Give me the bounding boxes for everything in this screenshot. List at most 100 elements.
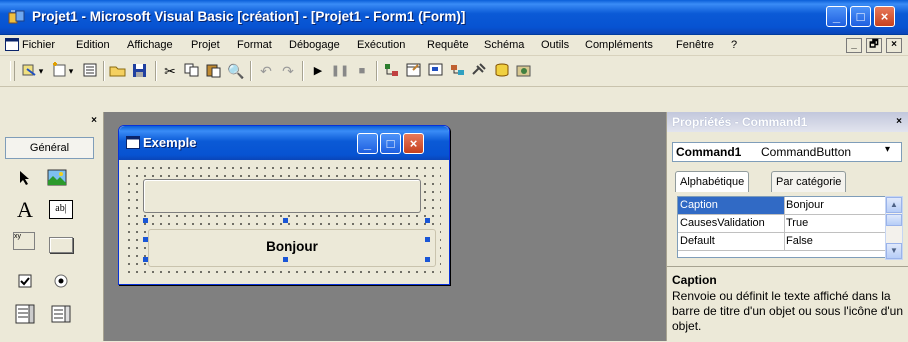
property-row-causesvalidation[interactable]: CausesValidation True xyxy=(678,215,886,233)
frame-control[interactable] xyxy=(143,179,421,213)
form-icon xyxy=(126,136,140,149)
save-project-icon[interactable] xyxy=(130,62,150,80)
menu-editor-icon[interactable] xyxy=(80,62,100,80)
undo-icon[interactable]: ↶ xyxy=(256,62,276,80)
chevron-down-icon[interactable]: ▾ xyxy=(885,144,890,155)
properties-title-bar[interactable]: Propriétés - Command1 × xyxy=(667,112,908,132)
standard-toolbar: ▾ ▾ ✂ 🔍 ↶ ↷ ▶ ❚❚ ■ xyxy=(0,56,908,87)
toolbox-tab-general[interactable]: Général xyxy=(5,137,94,159)
pause-icon[interactable]: ❚❚ xyxy=(330,62,350,80)
menu-affichage[interactable]: Affichage xyxy=(127,39,173,51)
resize-handle-t[interactable] xyxy=(283,218,288,223)
resize-handle-tr[interactable] xyxy=(425,218,430,223)
resize-handle-r[interactable] xyxy=(425,237,430,242)
menu-format[interactable]: Format xyxy=(237,39,272,51)
textbox-tool[interactable]: ab| xyxy=(49,200,73,224)
resize-handle-br[interactable] xyxy=(425,257,430,262)
data-view-icon[interactable] xyxy=(492,62,512,80)
property-scrollbar[interactable]: ▲ ▼ xyxy=(885,196,903,260)
checkbox-tool[interactable] xyxy=(13,269,37,293)
copy-icon[interactable] xyxy=(182,62,202,80)
picturebox-tool[interactable] xyxy=(45,166,69,190)
form-maximize-button[interactable]: □ xyxy=(380,133,401,154)
property-name: CausesValidation xyxy=(680,217,765,229)
minimize-button[interactable]: _ xyxy=(826,6,847,27)
open-project-icon[interactable] xyxy=(108,62,128,80)
start-icon[interactable]: ▶ xyxy=(308,62,328,80)
form-designer-window[interactable]: Exemple _ □ × Bonjour xyxy=(118,125,450,285)
mdi-close-button[interactable]: × xyxy=(886,38,902,53)
label-tool[interactable]: A xyxy=(13,198,37,222)
properties-close-button[interactable]: × xyxy=(893,116,905,127)
mdi-form-icon[interactable] xyxy=(5,38,19,51)
vb-app-icon xyxy=(8,9,26,25)
frame-tool[interactable]: xy xyxy=(13,232,37,256)
pointer-tool[interactable] xyxy=(13,166,37,190)
menu-fenetre[interactable]: Fenêtre xyxy=(676,39,714,51)
mdi-minimize-button[interactable]: _ xyxy=(846,38,862,53)
scroll-down-icon[interactable]: ▼ xyxy=(886,243,902,259)
resize-handle-l[interactable] xyxy=(143,237,148,242)
tab-alphabetique[interactable]: Alphabétique xyxy=(675,171,750,192)
description-title: Caption xyxy=(672,273,717,287)
property-value[interactable]: True xyxy=(786,217,808,229)
menu-projet[interactable]: Projet xyxy=(191,39,220,51)
toolbox-icon[interactable] xyxy=(470,62,490,80)
command1-button[interactable]: Bonjour xyxy=(148,229,436,267)
add-project-dropdown-icon[interactable]: ▾ xyxy=(36,62,46,80)
menu-debogage[interactable]: Débogage xyxy=(289,39,340,51)
component-manager-icon[interactable] xyxy=(514,62,534,80)
redo-icon[interactable]: ↷ xyxy=(278,62,298,80)
object-browser-icon[interactable] xyxy=(448,62,468,80)
resize-handle-tl[interactable] xyxy=(143,218,148,223)
menu-schema[interactable]: Schéma xyxy=(484,39,524,51)
menu-fichier[interactable]: Fichier xyxy=(22,39,55,51)
app-title-bar[interactable]: Projet1 - Microsoft Visual Basic [créati… xyxy=(0,0,908,35)
form-close-button[interactable]: × xyxy=(403,133,424,154)
menu-bar: Fichier Edition Affichage Projet Format … xyxy=(0,35,908,56)
property-value[interactable]: False xyxy=(786,235,813,247)
property-value[interactable]: Bonjour xyxy=(786,199,824,211)
property-row-default[interactable]: Default False xyxy=(678,233,886,251)
project-explorer-icon[interactable] xyxy=(382,62,402,80)
resize-handle-bl[interactable] xyxy=(143,257,148,262)
menu-edition[interactable]: Edition xyxy=(76,39,110,51)
form-title-bar[interactable]: Exemple _ □ × xyxy=(119,126,449,160)
close-button[interactable]: × xyxy=(874,6,895,27)
window-title: Projet1 - Microsoft Visual Basic [créati… xyxy=(32,9,466,24)
cut-icon[interactable]: ✂ xyxy=(160,62,180,80)
menu-requete[interactable]: Requête xyxy=(427,39,469,51)
paste-icon[interactable] xyxy=(204,62,224,80)
add-form-dropdown-icon[interactable]: ▾ xyxy=(66,62,76,80)
form-minimize-button[interactable]: _ xyxy=(357,133,378,154)
menu-complements[interactable]: Compléments xyxy=(585,39,653,51)
combobox-tool[interactable] xyxy=(13,302,37,326)
commandbutton-tool[interactable] xyxy=(49,232,73,256)
form-title: Exemple xyxy=(143,135,197,150)
toolbox-close-button[interactable]: × xyxy=(88,115,100,126)
toolbar-grip[interactable] xyxy=(10,61,15,81)
command1-caption: Bonjour xyxy=(266,239,318,254)
object-selector[interactable]: Command1 CommandButton ▾ xyxy=(672,142,902,162)
tab-par-categorie[interactable]: Par catégorie xyxy=(771,171,847,192)
listbox-tool[interactable] xyxy=(49,302,73,326)
menu-outils[interactable]: Outils xyxy=(541,39,569,51)
menu-execution[interactable]: Exécution xyxy=(357,39,405,51)
property-row-caption[interactable]: Caption Bonjour xyxy=(678,197,886,215)
description-text: Renvoie ou définit le texte affiché dans… xyxy=(672,289,904,333)
resize-handle-b[interactable] xyxy=(283,257,288,262)
property-name: Caption xyxy=(680,199,718,211)
find-icon[interactable]: 🔍 xyxy=(226,62,246,80)
menu-help[interactable]: ? xyxy=(731,39,737,51)
maximize-button[interactable]: □ xyxy=(850,6,871,27)
stop-icon[interactable]: ■ xyxy=(352,62,372,80)
object-name: Command1 xyxy=(676,145,742,159)
mdi-restore-button[interactable]: 🗗 xyxy=(866,38,882,53)
scroll-thumb[interactable] xyxy=(886,214,902,226)
property-grid: Caption Bonjour CausesValidation True De… xyxy=(677,196,887,258)
form-layout-icon[interactable] xyxy=(426,62,446,80)
properties-window-icon[interactable] xyxy=(404,62,424,80)
scroll-up-icon[interactable]: ▲ xyxy=(886,197,902,213)
properties-title: Propriétés - Command1 xyxy=(672,115,808,129)
optionbutton-tool[interactable] xyxy=(49,269,73,293)
